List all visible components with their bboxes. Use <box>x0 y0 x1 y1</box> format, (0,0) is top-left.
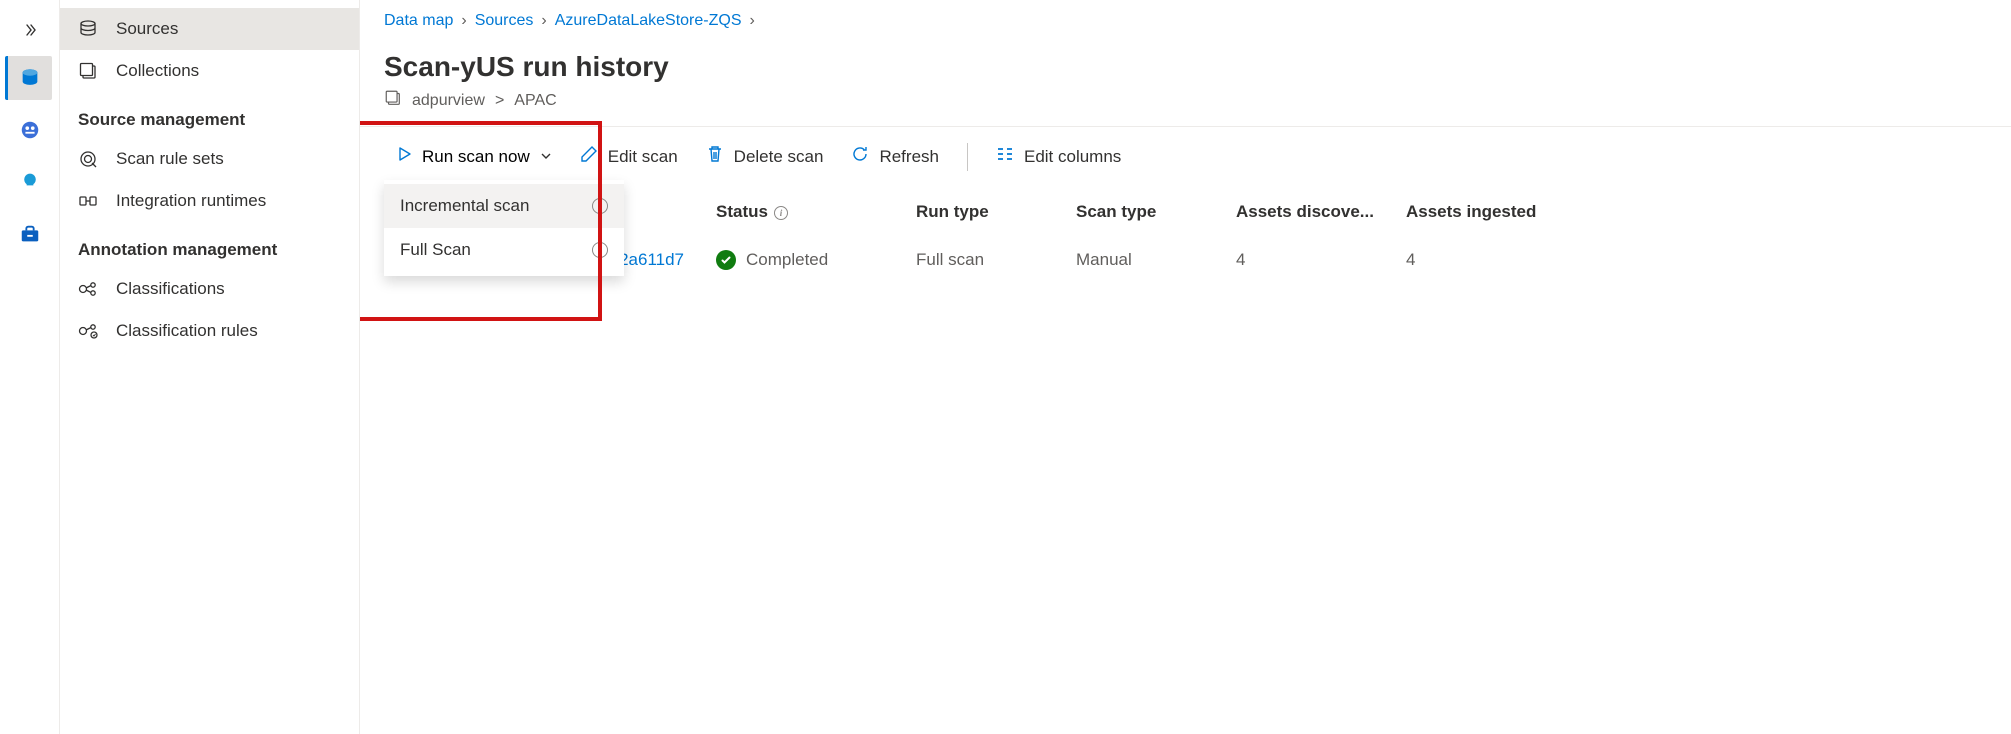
cell-status: Completed <box>704 238 904 282</box>
edit-columns-button[interactable]: Edit columns <box>984 137 1133 176</box>
chevron-right-icon: › <box>749 12 754 30</box>
chevron-right-icon: › <box>541 12 546 30</box>
columns-icon <box>996 145 1014 168</box>
toolbar-label: Refresh <box>879 147 939 167</box>
info-icon[interactable]: i <box>592 242 608 258</box>
sidebar: Sources Collections Source management Sc… <box>60 0 360 734</box>
success-icon <box>716 250 736 270</box>
delete-scan-button[interactable]: Delete scan <box>694 137 836 176</box>
sidebar-item-label: Sources <box>116 19 178 39</box>
subtitle-collection: APAC <box>514 92 556 110</box>
sidebar-item-label: Integration runtimes <box>116 191 266 211</box>
delete-icon <box>706 145 724 168</box>
sidebar-item-collections[interactable]: Collections <box>60 50 359 92</box>
toolbar-label: Edit scan <box>608 147 678 167</box>
rail-data-catalog-icon[interactable] <box>8 108 52 152</box>
collection-path-icon <box>384 89 402 112</box>
sidebar-item-label: Classification rules <box>116 321 258 341</box>
play-icon <box>396 146 412 167</box>
edit-scan-button[interactable]: Edit scan <box>568 137 690 176</box>
breadcrumb-sources[interactable]: Sources <box>475 12 534 30</box>
sidebar-heading-source-mgmt: Source management <box>60 92 359 138</box>
collections-icon <box>78 61 104 81</box>
cell-assets-ingested: 4 <box>1394 238 1987 282</box>
col-assets-ingested[interactable]: Assets ingested <box>1394 186 1987 238</box>
classification-rules-icon <box>78 322 104 340</box>
run-scan-now-wrapper: Run scan now Incremental scan i Full Sca… <box>384 138 564 175</box>
sidebar-item-label: Scan rule sets <box>116 149 224 169</box>
run-scan-dropdown: Incremental scan i Full Scan i <box>384 180 624 276</box>
sidebar-item-classifications[interactable]: Classifications <box>60 268 359 310</box>
sidebar-item-sources[interactable]: Sources <box>60 8 359 50</box>
toolbar-separator <box>967 143 968 171</box>
scan-rule-icon <box>78 149 104 169</box>
integration-runtime-icon <box>78 191 104 211</box>
col-scan-type[interactable]: Scan type <box>1064 186 1224 238</box>
subtitle-account: adpurview <box>412 92 485 110</box>
sidebar-item-label: Collections <box>116 61 199 81</box>
breadcrumb: Data map › Sources › AzureDataLakeStore-… <box>360 0 2011 43</box>
cell-scan-type: Manual <box>1064 238 1224 282</box>
sidebar-item-classification-rules[interactable]: Classification rules <box>60 310 359 352</box>
page-header: Scan-yUS run history adpurview > APAC <box>360 43 2011 127</box>
breadcrumb-source-name[interactable]: AzureDataLakeStore-ZQS <box>555 12 742 30</box>
dropdown-incremental-scan[interactable]: Incremental scan i <box>384 184 624 228</box>
icon-rail <box>0 0 60 734</box>
rail-insights-icon[interactable] <box>8 160 52 204</box>
refresh-button[interactable]: Refresh <box>839 137 951 176</box>
dropdown-full-scan[interactable]: Full Scan i <box>384 228 624 272</box>
sidebar-item-label: Classifications <box>116 279 225 299</box>
toolbar-label: Edit columns <box>1024 147 1121 167</box>
dropdown-item-label: Incremental scan <box>400 196 529 216</box>
sidebar-item-scan-rule-sets[interactable]: Scan rule sets <box>60 138 359 180</box>
col-status[interactable]: Statusi <box>704 186 904 238</box>
page-subtitle: adpurview > APAC <box>384 89 1987 112</box>
run-scan-now-button[interactable]: Run scan now <box>384 138 564 175</box>
toolbar-label: Delete scan <box>734 147 824 167</box>
col-assets-discovered[interactable]: Assets discove... <box>1224 186 1394 238</box>
info-icon[interactable]: i <box>592 198 608 214</box>
info-icon[interactable]: i <box>774 206 788 220</box>
page-title: Scan-yUS run history <box>384 51 1987 83</box>
status-text: Completed <box>746 250 828 270</box>
classifications-icon <box>78 280 104 298</box>
toolbar: Run scan now Incremental scan i Full Sca… <box>360 127 2011 186</box>
col-run-type[interactable]: Run type <box>904 186 1064 238</box>
cell-run-type: Full scan <box>904 238 1064 282</box>
cell-assets-discovered: 4 <box>1224 238 1394 282</box>
breadcrumb-data-map[interactable]: Data map <box>384 12 453 30</box>
rail-management-icon[interactable] <box>8 212 52 256</box>
subtitle-separator: > <box>495 92 504 110</box>
run-scan-label: Run scan now <box>422 147 530 167</box>
chevron-down-icon <box>540 147 552 167</box>
run-history-table: Run ID Statusi Run type Scan type Assets… <box>384 186 1987 282</box>
table-row[interactable]: 2a611d7 Completed Full scan Manual 4 4 <box>384 238 1987 282</box>
expand-nav-icon[interactable] <box>12 12 48 48</box>
table-header-row: Run ID Statusi Run type Scan type Assets… <box>384 186 1987 238</box>
database-icon <box>78 19 104 39</box>
main-content: Data map › Sources › AzureDataLakeStore-… <box>360 0 2011 734</box>
sidebar-item-integration-runtimes[interactable]: Integration runtimes <box>60 180 359 222</box>
refresh-icon <box>851 145 869 168</box>
rail-data-map-icon[interactable] <box>5 56 52 100</box>
sidebar-heading-annotation-mgmt: Annotation management <box>60 222 359 268</box>
edit-icon <box>580 145 598 168</box>
dropdown-item-label: Full Scan <box>400 240 471 260</box>
chevron-right-icon: › <box>461 12 466 30</box>
